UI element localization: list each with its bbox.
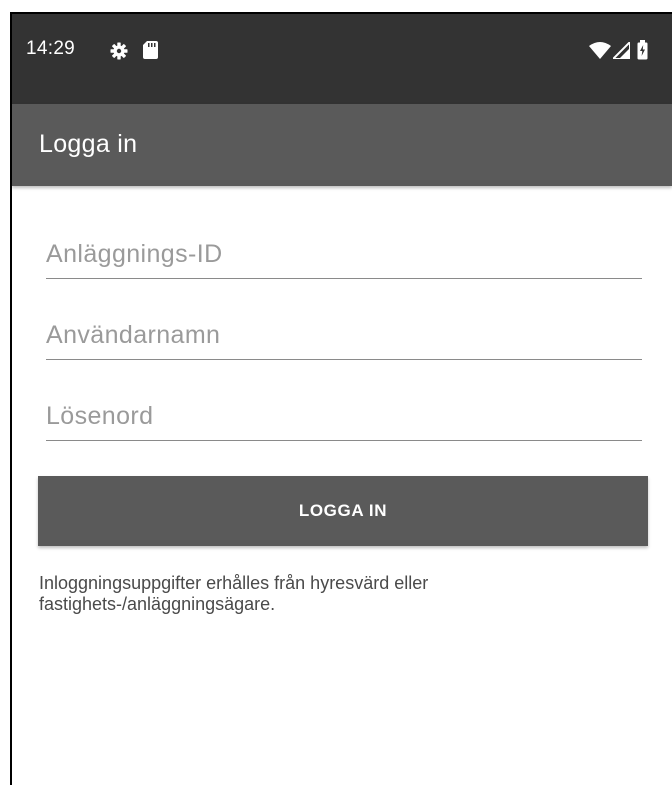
facility-id-input[interactable] (46, 234, 642, 274)
username-input[interactable] (46, 315, 642, 355)
battery-charging-icon (637, 40, 648, 60)
status-bar: 14:29 (12, 14, 672, 104)
wifi-icon (589, 42, 611, 59)
login-info-text: Inloggningsuppgifter erhålles från hyres… (39, 573, 429, 614)
gear-icon (110, 42, 128, 60)
password-input[interactable] (46, 396, 642, 436)
app-bar: Logga in (12, 104, 672, 186)
status-time: 14:29 (26, 38, 76, 59)
facility-id-field[interactable] (46, 234, 642, 279)
signal-icon (613, 42, 630, 59)
password-field[interactable] (46, 396, 642, 441)
sd-card-icon (143, 41, 158, 59)
login-button[interactable]: LOGGA IN (38, 476, 648, 546)
page-title: Logga in (39, 130, 138, 158)
screenshot-frame: 14:29 Logga in Anläggnings-ID Användarna… (0, 0, 672, 785)
username-field[interactable] (46, 315, 642, 360)
device-screen: 14:29 Logga in Anläggnings-ID Användarna… (10, 12, 672, 785)
